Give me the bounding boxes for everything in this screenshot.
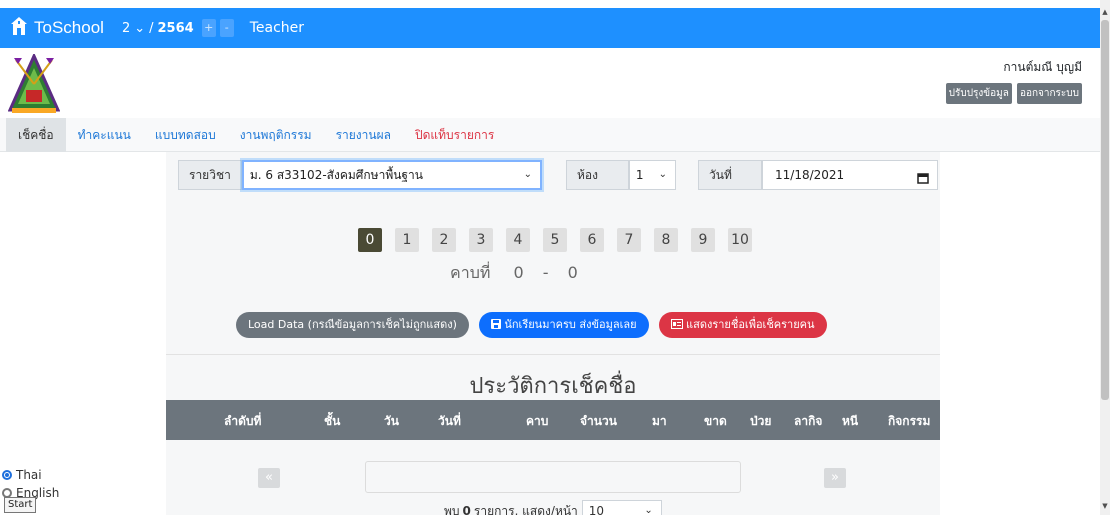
scroll-up-arrow-icon[interactable]: ▲ xyxy=(1101,8,1109,18)
period-from: 0 xyxy=(513,263,524,282)
per-page-value: 10 xyxy=(588,504,605,515)
previous-page-button[interactable]: « xyxy=(258,468,280,488)
pager-info-box xyxy=(365,461,741,493)
update-data-button[interactable]: ปรับปรุงข้อมูล xyxy=(945,83,1012,104)
save-icon xyxy=(490,318,505,331)
user-panel: กานต์มณี บุญมี ปรับปรุงข้อมูล ออกจากระบบ xyxy=(945,58,1082,104)
date-filter: วันที่ 11/18/2021 xyxy=(698,160,938,190)
records-summary: พบ 0 รายการ, แสดง/หน้า 10 ⌄ xyxy=(444,500,662,515)
col-class: ชั้น xyxy=(324,414,341,428)
found-prefix: พบ xyxy=(444,503,460,515)
period-page-4[interactable]: 4 xyxy=(506,228,530,252)
period-to: 0 xyxy=(567,263,578,282)
found-suffix: รายการ, แสดง/หน้า xyxy=(473,503,578,515)
period-pagination: 0 1 2 3 4 5 6 7 8 9 10 xyxy=(358,228,765,252)
col-period: คาบ xyxy=(526,414,549,428)
year-minus-button[interactable]: - xyxy=(219,19,234,37)
period-page-9[interactable]: 9 xyxy=(691,228,715,252)
show-list-label: แสดงรายชื่อเพื่อเช็ครายคน xyxy=(686,318,815,331)
tab-attendance[interactable]: เช็คชื่อ xyxy=(6,117,66,152)
language-thai-label: Thai xyxy=(16,468,42,482)
subject-select[interactable]: ม. 6 ส33102-สังคมศึกษาพื้นฐาน ⌄ xyxy=(241,160,542,190)
period-page-1[interactable]: 1 xyxy=(395,228,419,252)
calendar-icon[interactable] xyxy=(917,168,929,196)
subject-filter: รายวิชา ม. 6 ส33102-สังคมศึกษาพื้นฐาน ⌄ xyxy=(178,160,542,190)
room-filter: ห้อง 1 ⌄ xyxy=(566,160,676,190)
history-table-header: ลำดับที่ ชั้น วัน วันที่ คาบ จำนวน มา ขา… xyxy=(166,400,940,440)
tab-scoring[interactable]: ทำคะแนน xyxy=(66,118,143,152)
page-scrollbar[interactable]: ▲ ▼ xyxy=(1100,0,1110,515)
term-select[interactable]: 2 xyxy=(122,21,130,36)
logout-button[interactable]: ออกจากระบบ xyxy=(1016,83,1082,104)
brand-name: ToSchool xyxy=(34,18,104,37)
window-top-strip xyxy=(0,0,1100,8)
chevron-down-icon[interactable]: ⌄ xyxy=(134,21,145,36)
date-label: วันที่ xyxy=(698,160,762,190)
period-indicator: คาบที่ 0 - 0 xyxy=(450,261,578,286)
period-dash: - xyxy=(542,263,549,282)
tab-report[interactable]: รายงานผล xyxy=(324,118,403,152)
room-value: 1 xyxy=(635,168,644,182)
load-data-button[interactable]: Load Data (กรณีข้อมูลการเช็คไม่ถูกแสดง) xyxy=(236,312,469,338)
col-present: มา xyxy=(652,414,667,428)
start-tooltip: Start xyxy=(4,497,37,513)
show-student-list-button[interactable]: แสดงรายชื่อเพื่อเช็ครายคน xyxy=(658,312,827,338)
slash: / xyxy=(149,20,154,36)
main-tabs: เช็คชื่อ ทำคะแนน แบบทดสอบ งานพฤติกรรม รา… xyxy=(0,117,1100,152)
role-label: Teacher xyxy=(249,20,305,36)
year-plus-button[interactable]: + xyxy=(201,19,216,37)
school-icon xyxy=(10,16,34,41)
period-page-8[interactable]: 8 xyxy=(654,228,678,252)
subject-label: รายวิชา xyxy=(178,160,242,190)
submit-all-label: นักเรียนมาครบ ส่งข้อมูลเลย xyxy=(504,318,637,331)
divider xyxy=(166,354,940,355)
chevron-down-icon: ⌄ xyxy=(644,505,653,515)
period-page-2[interactable]: 2 xyxy=(432,228,456,252)
tab-quiz[interactable]: แบบทดสอบ xyxy=(143,118,228,152)
id-card-icon xyxy=(670,318,687,331)
period-page-10[interactable]: 10 xyxy=(728,228,752,252)
col-activity: กิจกรรม xyxy=(888,414,931,428)
room-label: ห้อง xyxy=(566,160,629,190)
submit-all-present-button[interactable]: นักเรียนมาครบ ส่งข้อมูลเลย xyxy=(478,312,649,338)
scroll-thumb[interactable] xyxy=(1101,20,1109,400)
top-navbar: ToSchool 2 ⌄ / 2564 + - Teacher xyxy=(0,8,1100,48)
chevron-down-icon: ⌄ xyxy=(523,169,532,180)
period-label: คาบที่ xyxy=(450,263,491,282)
language-thai-option[interactable]: Thai xyxy=(2,466,59,484)
date-value: 11/18/2021 xyxy=(775,168,845,182)
period-page-6[interactable]: 6 xyxy=(580,228,604,252)
user-name: กานต์มณี บุญมี xyxy=(1003,60,1082,74)
term-year-selector: 2 ⌄ / 2564 + - xyxy=(122,19,234,37)
col-number: ลำดับที่ xyxy=(224,414,262,428)
period-page-5[interactable]: 5 xyxy=(543,228,567,252)
period-page-7[interactable]: 7 xyxy=(617,228,641,252)
found-count: 0 xyxy=(462,504,471,515)
school-logo xyxy=(7,52,61,116)
brand[interactable]: ToSchool xyxy=(10,16,104,41)
col-leave: ลากิจ xyxy=(794,414,823,428)
attendance-panel: รายวิชา ม. 6 ส33102-สังคมศึกษาพื้นฐาน ⌄ … xyxy=(166,152,940,515)
action-buttons: Load Data (กรณีข้อมูลการเช็คไม่ถูกแสดง) … xyxy=(166,312,837,338)
date-input[interactable]: 11/18/2021 xyxy=(762,160,938,190)
next-page-button[interactable]: » xyxy=(824,468,846,488)
col-total: จำนวน xyxy=(580,414,617,428)
period-page-0[interactable]: 0 xyxy=(358,228,382,252)
tab-close-list[interactable]: ปิดแท็บรายการ xyxy=(403,118,506,152)
scroll-down-arrow-icon[interactable]: ▼ xyxy=(1101,502,1109,512)
col-day: วัน xyxy=(384,414,399,428)
subject-value: ม. 6 ส33102-สังคมศึกษาพื้นฐาน xyxy=(249,168,423,182)
col-date: วันที่ xyxy=(438,414,461,428)
tab-behavior[interactable]: งานพฤติกรรม xyxy=(228,118,324,152)
year-value: 2564 xyxy=(157,20,194,36)
radio-selected-icon[interactable] xyxy=(2,470,12,480)
col-skip: หนี xyxy=(842,414,859,428)
room-select[interactable]: 1 ⌄ xyxy=(628,160,676,190)
per-page-select[interactable]: 10 ⌄ xyxy=(581,500,662,515)
period-page-3[interactable]: 3 xyxy=(469,228,493,252)
chevron-down-icon: ⌄ xyxy=(658,169,667,180)
col-sick: ป่วย xyxy=(750,414,772,428)
history-title: ประวัติการเช็คชื่อ xyxy=(469,374,637,399)
col-absent: ขาด xyxy=(704,414,727,428)
